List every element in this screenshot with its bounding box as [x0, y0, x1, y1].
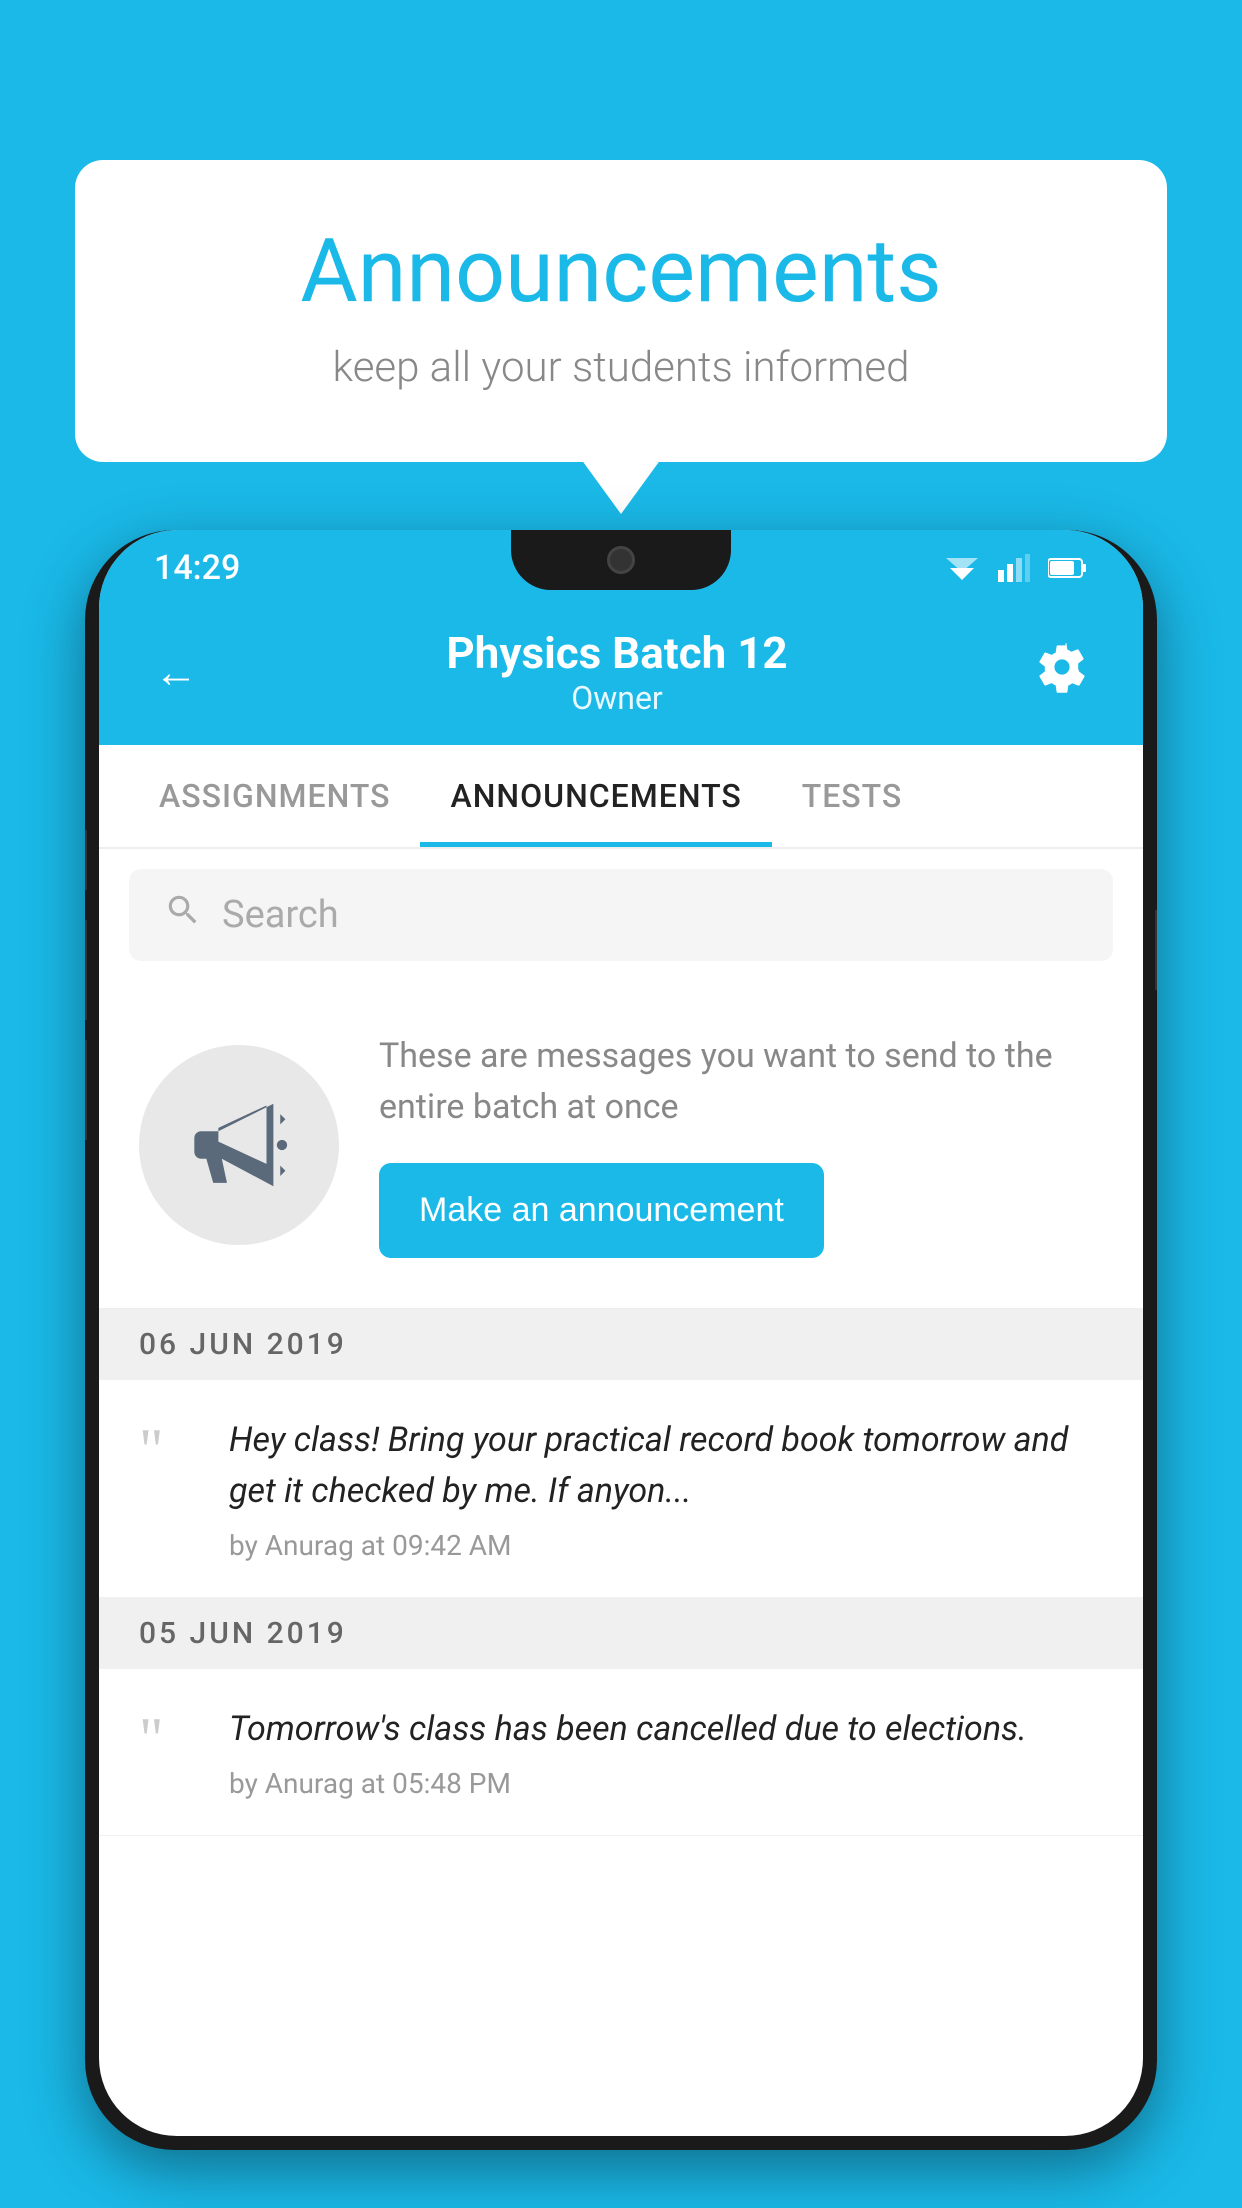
battery-icon: [1048, 557, 1088, 579]
status-bar-icons: [944, 554, 1088, 582]
announcement-content-1: Hey class! Bring your practical record b…: [229, 1415, 1103, 1562]
header-title-container: Physics Batch 12 Owner: [198, 627, 1036, 717]
phone-container: 14:29: [85, 530, 1157, 2208]
phone-frame: 14:29: [85, 530, 1157, 2150]
wifi-icon: [944, 554, 980, 582]
phone-mute-button: [85, 830, 87, 890]
phone-power-button: [1155, 910, 1157, 990]
announcement-meta-1: by Anurag at 09:42 AM: [229, 1529, 1103, 1562]
status-bar: 14:29: [99, 530, 1143, 605]
megaphone-illustration: [139, 1045, 339, 1245]
announcement-meta-2: by Anurag at 05:48 PM: [229, 1767, 1027, 1800]
cta-description: These are messages you want to send to t…: [379, 1031, 1103, 1133]
megaphone-icon: [184, 1090, 294, 1200]
settings-button[interactable]: [1036, 641, 1088, 703]
make-announcement-button[interactable]: Make an announcement: [379, 1163, 824, 1258]
speech-bubble-container: Announcements keep all your students inf…: [75, 160, 1167, 462]
quote-icon-1: ": [139, 1420, 199, 1480]
header-subtitle: Owner: [198, 679, 1036, 717]
announcement-item-2[interactable]: " Tomorrow's class has been cancelled du…: [99, 1669, 1143, 1836]
phone-volume-down-button: [85, 1040, 87, 1140]
header-title: Physics Batch 12: [198, 627, 1036, 679]
search-bar[interactable]: Search: [129, 869, 1113, 961]
announcement-text-1: Hey class! Bring your practical record b…: [229, 1415, 1103, 1517]
signal-icon: [998, 554, 1030, 582]
phone-screen: 14:29: [99, 530, 1143, 2136]
cta-right-content: These are messages you want to send to t…: [379, 1031, 1103, 1258]
announcement-item-1[interactable]: " Hey class! Bring your practical record…: [99, 1380, 1143, 1598]
speech-bubble-title: Announcements: [145, 220, 1097, 323]
speech-bubble-subtitle: keep all your students informed: [145, 343, 1097, 392]
search-placeholder: Search: [222, 893, 339, 937]
phone-volume-up-button: [85, 920, 87, 1020]
tab-announcements[interactable]: ANNOUNCEMENTS: [420, 745, 771, 847]
date-separator-1: 06 JUN 2019: [99, 1309, 1143, 1380]
back-button[interactable]: ←: [154, 646, 198, 698]
phone-notch: [511, 530, 731, 590]
tabs-container: ASSIGNMENTS ANNOUNCEMENTS TESTS: [99, 745, 1143, 849]
date-separator-2: 05 JUN 2019: [99, 1598, 1143, 1669]
tab-tests[interactable]: TESTS: [772, 745, 933, 847]
announcement-content-2: Tomorrow's class has been cancelled due …: [229, 1704, 1027, 1800]
gear-icon: [1036, 641, 1088, 693]
cta-card: These are messages you want to send to t…: [99, 981, 1143, 1309]
speech-bubble: Announcements keep all your students inf…: [75, 160, 1167, 462]
quote-icon-2: ": [139, 1709, 199, 1769]
app-header: ← Physics Batch 12 Owner: [99, 605, 1143, 745]
status-bar-time: 14:29: [154, 548, 240, 588]
search-container: Search: [99, 849, 1143, 981]
search-icon: [164, 891, 202, 939]
tab-assignments[interactable]: ASSIGNMENTS: [129, 745, 420, 847]
announcement-text-2: Tomorrow's class has been cancelled due …: [229, 1704, 1027, 1755]
front-camera: [607, 546, 635, 574]
